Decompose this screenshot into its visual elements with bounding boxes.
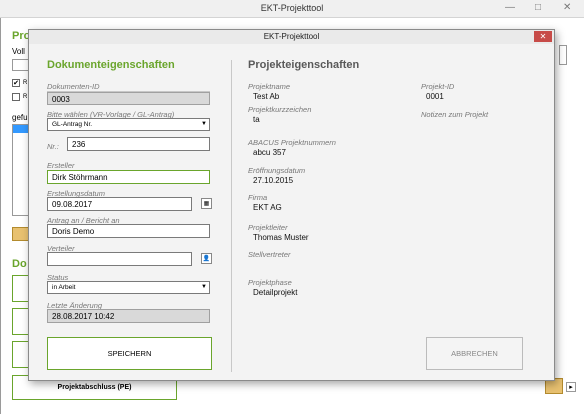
nr-input[interactable]: 236 [67, 137, 210, 151]
projekt-id-label: Projekt-ID [421, 82, 455, 91]
minimize-icon[interactable]: — [505, 2, 515, 13]
notizen-label: Notizen zum Projekt [421, 110, 489, 119]
projektkurz-value: ta [253, 115, 260, 124]
main-result-selected-row[interactable] [13, 125, 29, 133]
main-right-control[interactable] [559, 45, 567, 65]
erstellungsdatum-input[interactable]: 09.08.2017 [47, 197, 192, 211]
main-heading-dokumente: Do [12, 258, 27, 270]
cancel-button[interactable]: ABBRECHEN [426, 337, 523, 370]
abacus-value: abcu 357 [253, 148, 286, 157]
main-window-title: EKT-Projekttool [260, 3, 324, 13]
verteiler-input[interactable] [47, 252, 192, 266]
dokumenten-id-label: Dokumenten-ID [47, 82, 210, 92]
stellvertreter-label: Stellvertreter [248, 250, 291, 259]
save-button[interactable]: SPEICHERN [47, 337, 212, 370]
status-select[interactable]: in Arbeit ▼ [47, 281, 210, 294]
abacus-label: ABACUS Projektnummern [248, 138, 336, 147]
dialog-close-button[interactable]: ✕ [534, 31, 552, 42]
chevron-down-icon: ▼ [201, 121, 207, 127]
letzte-aenderung-field: 28.08.2017 10:42 [47, 309, 210, 323]
dokument-dialog: EKT-Projekttool ✕ Dokumenteigenschaften … [28, 29, 555, 381]
contacts-icon[interactable]: 👤 [201, 253, 212, 264]
dokumenteigenschaften-heading: Dokumenteigenschaften [47, 59, 175, 71]
eroeffnung-value: 27.10.2015 [253, 176, 294, 185]
projektkurz-label: Projektkurzzeichen [248, 105, 312, 114]
projektleiter-value: Thomas Muster [253, 233, 309, 242]
status-select-value: in Arbeit [52, 284, 76, 291]
dialog-title: EKT-Projekttool [263, 32, 320, 41]
maximize-icon[interactable]: □ [535, 2, 541, 13]
projekt-id-value: 0001 [426, 92, 444, 101]
firma-label: Firma [248, 193, 268, 202]
main-checkbox-2[interactable] [12, 93, 20, 101]
calendar-icon[interactable]: ▦ [201, 198, 212, 209]
main-checkbox-1-label: R [23, 80, 28, 86]
projektname-value: Test Ab [253, 92, 280, 101]
nr-label: Nr.: [47, 142, 59, 151]
main-scroll-button[interactable]: ▸ [566, 382, 576, 392]
main-checkbox-2-label: R [23, 94, 28, 100]
main-close-icon[interactable]: ✕ [563, 2, 571, 13]
vorlage-select-value: GL-Antrag Nr. [52, 121, 93, 128]
chevron-down-icon: ▼ [201, 284, 207, 290]
column-divider [231, 60, 232, 372]
projektphase-value: Detailprojekt [253, 288, 298, 297]
eroeffnung-label: Eröffnungsdatum [248, 166, 306, 175]
dokumenten-id-field: 0003 [47, 92, 210, 105]
main-checkbox-1[interactable]: ✔ [12, 79, 20, 87]
ersteller-input[interactable]: Dirk Stöhrmann [47, 170, 210, 184]
projektname-label: Projektname [248, 82, 291, 91]
firma-value: EKT AG [253, 203, 282, 212]
projektphase-label: Projektphase [248, 278, 292, 287]
antrag-input[interactable]: Doris Demo [47, 224, 210, 238]
vorlage-select[interactable]: GL-Antrag Nr. ▼ [47, 118, 210, 131]
projektleiter-label: Projektleiter [248, 223, 288, 232]
main-label-voll: Voll [12, 47, 25, 56]
main-label-gefunden: gefu [12, 113, 28, 122]
projekteigenschaften-heading: Projekteigenschaften [248, 59, 360, 71]
